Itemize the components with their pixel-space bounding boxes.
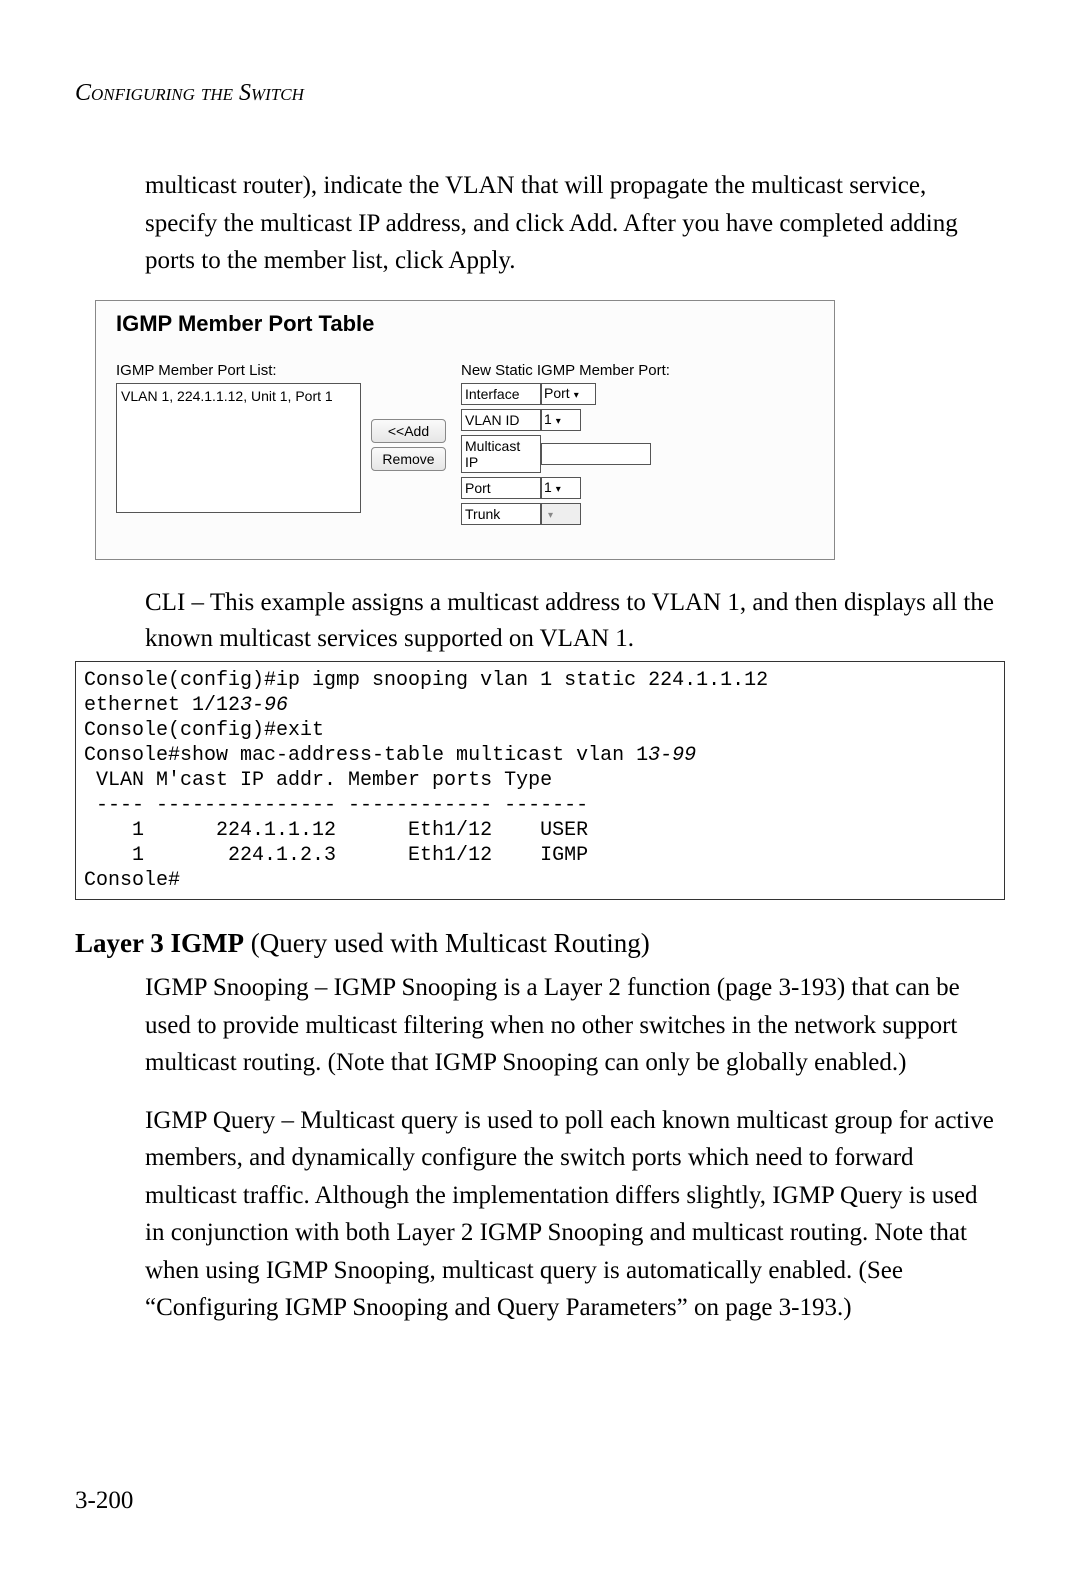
intro-paragraph: multicast router), indicate the VLAN tha… [145,167,995,280]
add-button[interactable]: <<Add [371,419,446,443]
interface-select[interactable]: Port [541,383,596,405]
vlan-id-select[interactable]: 1 [541,409,581,431]
port-list-label: IGMP Member Port List: [116,362,366,379]
code-line: ---- --------------- ------------ ------… [84,794,588,817]
code-ref: 3-99 [648,744,696,767]
remove-button[interactable]: Remove [371,447,446,471]
section-title-rest: (Query used with Multicast Routing) [244,928,650,958]
panel-title: IGMP Member Port Table [116,311,814,337]
port-listbox[interactable]: VLAN 1, 224.1.1.12, Unit 1, Port 1 [116,383,361,513]
code-line: Console#show mac-address-table multicast… [84,744,648,767]
code-line: 1 224.1.2.3 Eth1/12 IGMP [84,844,588,867]
new-member-label: New Static IGMP Member Port: [461,362,814,379]
igmp-panel: IGMP Member Port Table IGMP Member Port … [95,300,835,560]
code-line: VLAN M'cast IP addr. Member ports Type [84,769,552,792]
igmp-snooping-paragraph: IGMP Snooping – IGMP Snooping is a Layer… [145,969,995,1082]
code-ref: 3-96 [240,694,288,717]
section-title-bold: Layer 3 IGMP [75,928,244,958]
trunk-label: Trunk [461,503,541,525]
code-line: Console# [84,869,180,892]
multicast-ip-label: Multicast IP [461,435,541,473]
section-heading: Layer 3 IGMP (Query used with Multicast … [75,928,1005,959]
multicast-ip-input[interactable] [541,443,651,465]
vlan-id-label: VLAN ID [461,409,541,431]
code-line: 1 224.1.1.12 Eth1/12 USER [84,819,588,842]
page-header: Configuring the Switch [75,80,1005,107]
igmp-query-paragraph: IGMP Query – Multicast query is used to … [145,1102,995,1327]
list-item[interactable]: VLAN 1, 224.1.1.12, Unit 1, Port 1 [121,388,356,404]
cli-code-block: Console(config)#ip igmp snooping vlan 1 … [75,661,1005,900]
interface-label: Interface [461,383,541,405]
code-line: ethernet 1/12 [84,694,240,717]
port-select[interactable]: 1 [541,477,581,499]
page-number: 3-200 [75,1487,133,1515]
port-label: Port [461,477,541,499]
code-line: Console(config)#exit [84,719,324,742]
cli-paragraph: CLI – This example assigns a multicast a… [145,585,995,658]
code-line: Console(config)#ip igmp snooping vlan 1 … [84,669,780,692]
trunk-select [541,503,581,525]
